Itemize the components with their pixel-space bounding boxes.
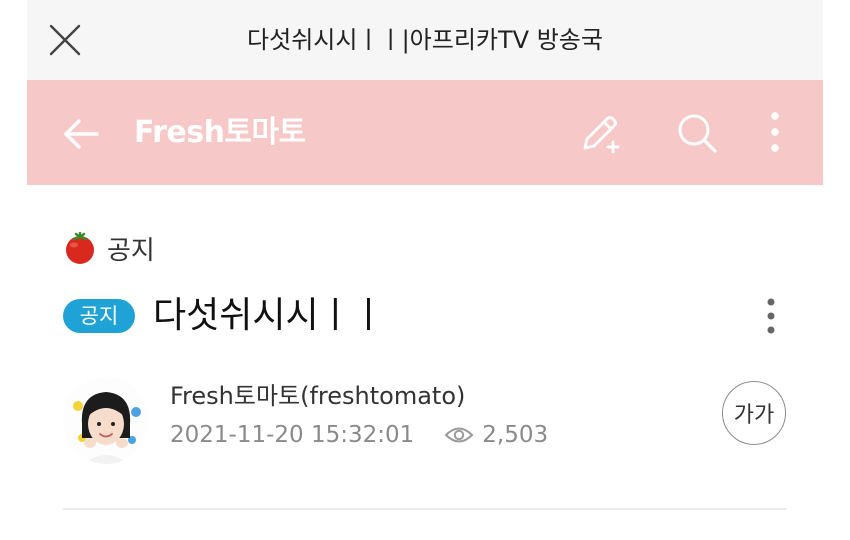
- arrow-left-icon: [64, 119, 99, 149]
- page-title: 다섯쉬시시ㅣㅣ|아프리카TV 방송국: [247, 26, 603, 54]
- avatar-image: [62, 376, 150, 464]
- board-category[interactable]: 공지: [63, 228, 155, 268]
- pencil-plus-icon: [583, 116, 620, 154]
- close-icon: [49, 24, 81, 56]
- post-meta: 2021-11-20 15:32:01 2,503: [170, 420, 548, 450]
- station-name[interactable]: Fresh토마토: [134, 80, 306, 185]
- more-vertical-icon: [767, 298, 775, 334]
- post-title-row: 공지 다섯쉬시시ㅣㅣ: [63, 290, 787, 342]
- category-label: 공지: [107, 235, 155, 266]
- station-header: Fresh토마토: [27, 80, 823, 185]
- notice-badge: 공지: [63, 299, 135, 333]
- eye-icon: [444, 427, 474, 443]
- post-datetime: 2021-11-20 15:32:01: [170, 422, 415, 448]
- content-divider: [63, 508, 787, 510]
- post-more-button[interactable]: [755, 294, 787, 338]
- search-icon: [678, 114, 717, 153]
- write-button[interactable]: [577, 110, 623, 156]
- app-frame: 다섯쉬시시ㅣㅣ|아프리카TV 방송국 Fresh토마토 공지 공지 다섯쉬시시ㅣ…: [27, 0, 823, 540]
- back-button[interactable]: [61, 114, 101, 154]
- font-size-button[interactable]: 가가: [722, 381, 786, 445]
- font-size-label: 가가: [733, 403, 775, 428]
- author-name[interactable]: Fresh토마토(freshtomato): [170, 376, 465, 411]
- title-bar: 다섯쉬시시ㅣㅣ|아프리카TV 방송국: [27, 0, 823, 80]
- post-title: 다섯쉬시시ㅣㅣ: [153, 295, 385, 336]
- tomato-icon: [66, 231, 94, 264]
- close-button[interactable]: [47, 22, 83, 58]
- more-menu-button[interactable]: [752, 110, 798, 156]
- author-avatar[interactable]: [62, 376, 150, 464]
- view-count: 2,503: [482, 422, 549, 448]
- search-button[interactable]: [674, 110, 720, 156]
- more-vertical-icon: [771, 112, 779, 152]
